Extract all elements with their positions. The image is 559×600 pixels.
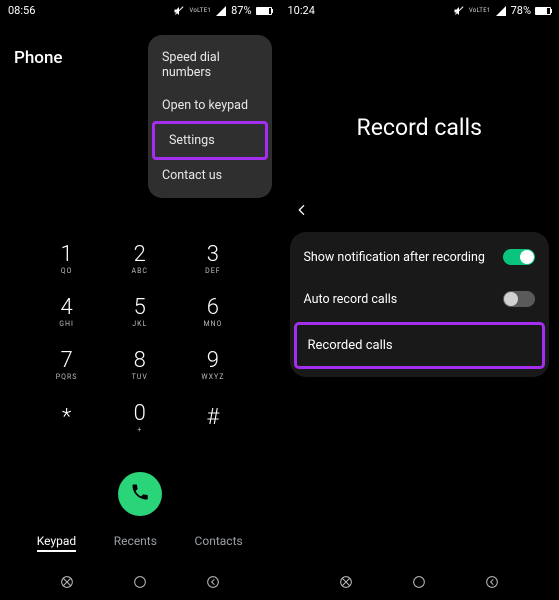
key-9[interactable]: 9WXYZ <box>176 350 249 381</box>
nav-back-icon[interactable] <box>205 574 221 594</box>
call-button[interactable] <box>118 472 162 516</box>
phone-app-screen: 08:56 VoLTE1 87% Phone Speed dial number… <box>0 0 280 600</box>
menu-item-open-keypad[interactable]: Open to keypad <box>148 89 272 122</box>
key-6[interactable]: 6MNO <box>176 297 249 328</box>
signal-icon <box>495 5 507 17</box>
volte-label: VoLTE1 <box>189 8 211 14</box>
key-3[interactable]: 3DEF <box>176 244 249 275</box>
menu-item-settings[interactable]: Settings <box>152 121 268 160</box>
volte-label: VoLTE1 <box>469 8 491 14</box>
nav-recents-icon[interactable] <box>59 574 75 594</box>
page-title: Record calls <box>280 20 559 219</box>
setting-show-notification[interactable]: Show notification after recording <box>290 236 550 278</box>
nav-recents-icon[interactable] <box>338 574 354 594</box>
key-4[interactable]: 4GHI <box>30 297 103 328</box>
overflow-menu: Speed dial numbers Open to keypad Settin… <box>148 35 272 198</box>
menu-item-contact-us[interactable]: Contact us <box>148 159 272 192</box>
phone-tabs: Keypad Recents Contacts <box>0 534 280 552</box>
mute-icon <box>453 5 465 17</box>
tab-contacts[interactable]: Contacts <box>195 534 243 552</box>
status-bar: 10:24 VoLTE1 78% <box>280 0 559 20</box>
setting-label: Auto record calls <box>304 292 398 307</box>
settings-list: Show notification after recording Auto r… <box>290 232 550 377</box>
toggle-auto-record[interactable] <box>503 291 535 307</box>
key-2[interactable]: 2ABC <box>103 244 176 275</box>
battery-icon <box>535 7 551 15</box>
key-5[interactable]: 5JKL <box>103 297 176 328</box>
toggle-show-notification[interactable] <box>503 249 535 265</box>
signal-icon <box>215 5 227 17</box>
battery-percent: 78% <box>511 4 531 17</box>
dialpad: 1QO 2ABC 3DEF 4GHI 5JKL 6MNO 7PQRS 8TUV … <box>0 244 280 434</box>
setting-auto-record[interactable]: Auto record calls <box>290 278 550 320</box>
setting-label: Recorded calls <box>308 338 393 353</box>
battery-percent: 87% <box>231 4 251 17</box>
tab-keypad[interactable]: Keypad <box>37 534 76 552</box>
back-button[interactable] <box>294 202 310 222</box>
mute-icon <box>173 5 185 17</box>
nav-home-icon[interactable] <box>132 574 148 594</box>
navigation-bar <box>280 574 559 594</box>
key-0[interactable]: 0+ <box>103 403 176 434</box>
navigation-bar <box>0 574 280 594</box>
status-bar: 08:56 VoLTE1 87% <box>0 0 280 20</box>
menu-item-speed-dial[interactable]: Speed dial numbers <box>148 41 272 89</box>
setting-label: Show notification after recording <box>304 250 485 265</box>
nav-home-icon[interactable] <box>411 574 427 594</box>
status-time: 08:56 <box>8 4 35 17</box>
record-calls-screen: 10:24 VoLTE1 78% Record calls <box>280 0 559 600</box>
key-8[interactable]: 8TUV <box>103 350 176 381</box>
chevron-left-icon <box>294 203 310 222</box>
key-7[interactable]: 7PQRS <box>30 350 103 381</box>
phone-icon <box>130 482 150 506</box>
key-star[interactable]: * <box>30 403 103 434</box>
tab-recents[interactable]: Recents <box>114 534 157 552</box>
key-hash[interactable]: # <box>176 403 249 434</box>
key-1[interactable]: 1QO <box>30 244 103 275</box>
status-time: 10:24 <box>288 4 315 17</box>
battery-icon <box>256 7 272 15</box>
setting-recorded-calls[interactable]: Recorded calls <box>294 322 546 369</box>
nav-back-icon[interactable] <box>484 574 500 594</box>
